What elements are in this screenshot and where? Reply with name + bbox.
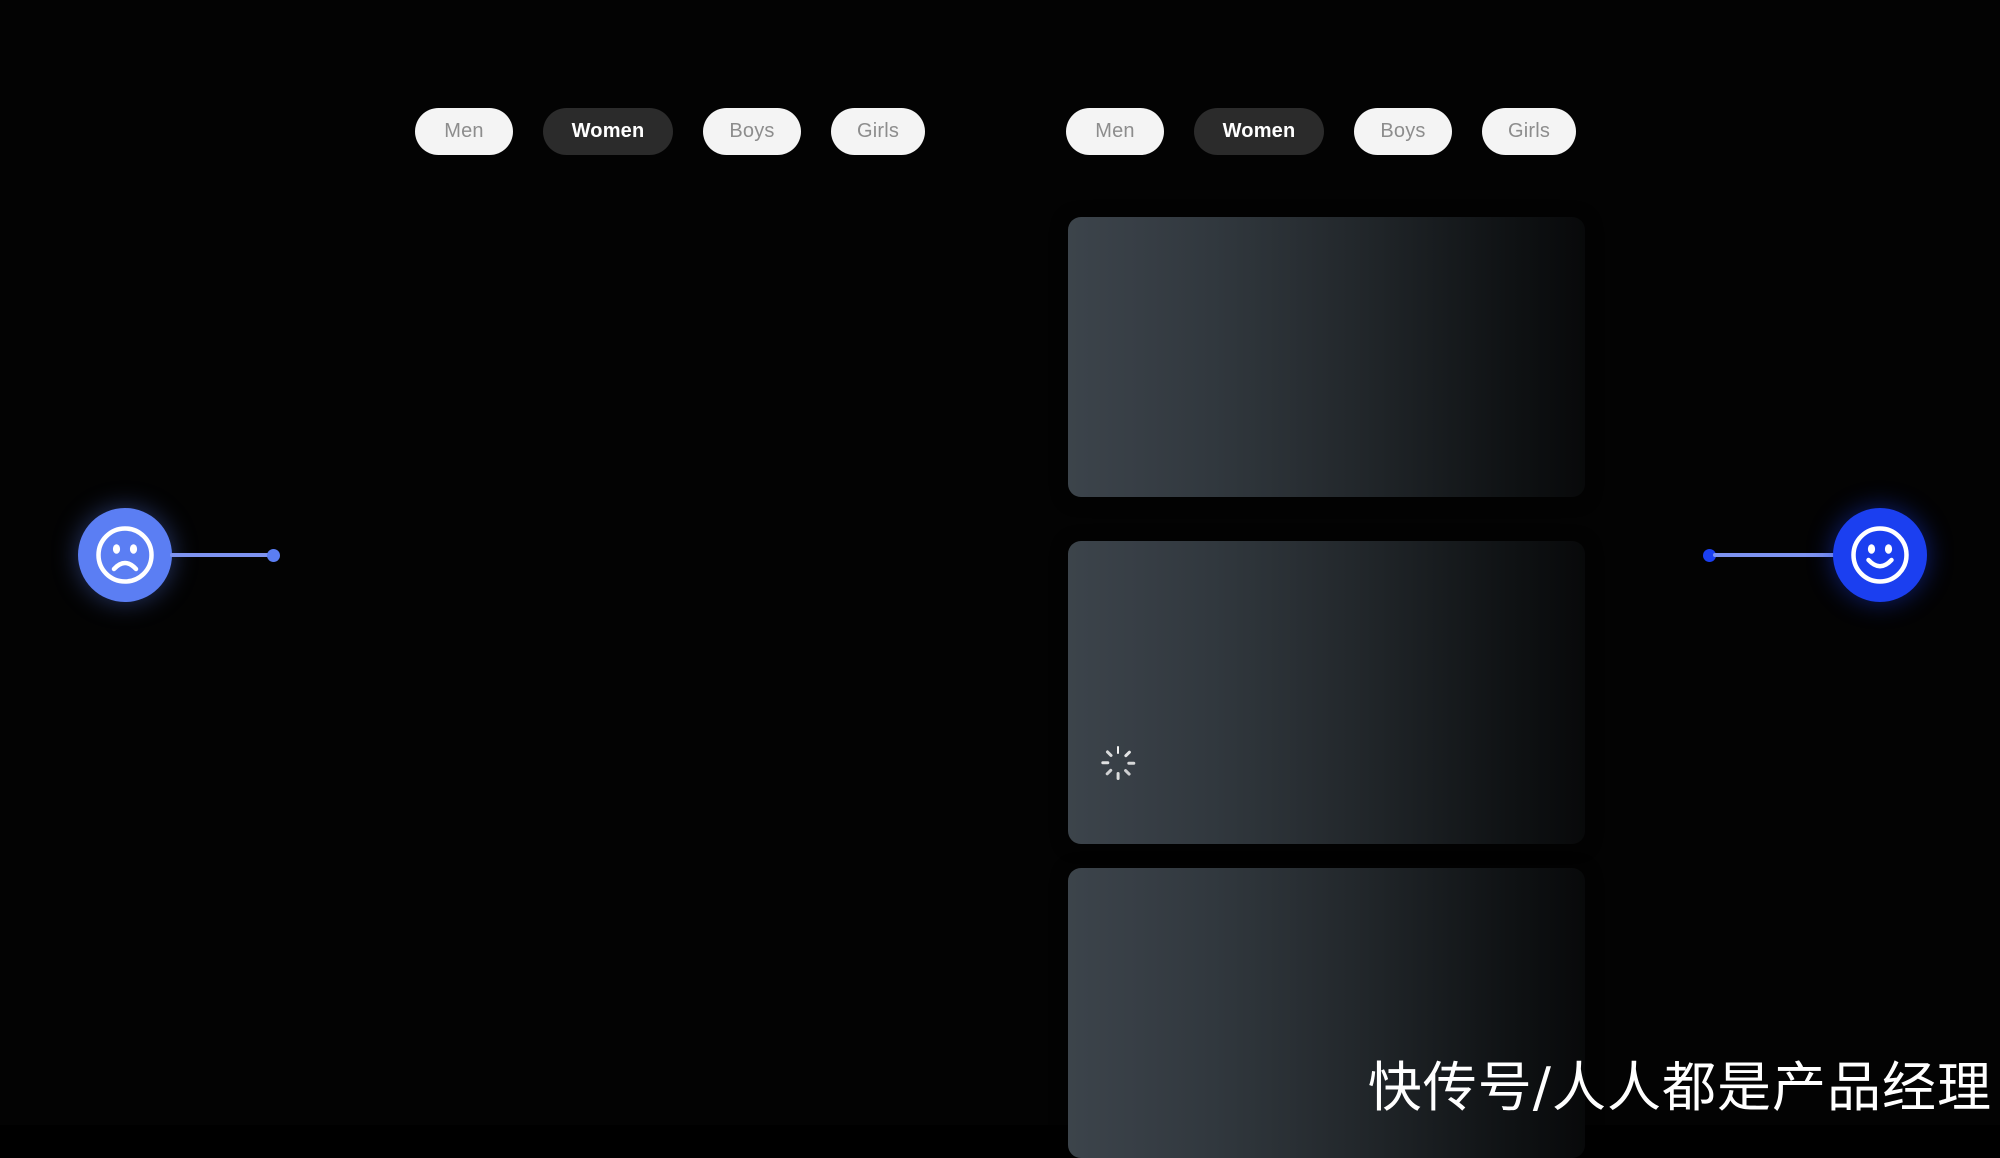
filter-pill-girls-left[interactable]: Girls [831, 108, 925, 155]
product-card-placeholder[interactable] [1068, 541, 1585, 844]
app-canvas: Men Women Boys Girls Men Women Boys Girl… [0, 0, 2000, 1158]
category-filter-left: Men Women Boys Girls [415, 108, 925, 155]
watermark-text: 快传号/人人都是产品经理 [1367, 1055, 1992, 1119]
filter-pill-boys-left[interactable]: Boys [703, 108, 801, 155]
sentiment-track-positive[interactable] [1713, 553, 1835, 557]
filter-pill-women-right[interactable]: Women [1194, 108, 1324, 155]
product-card-placeholder[interactable] [1068, 217, 1585, 497]
happy-face-icon[interactable] [1833, 508, 1927, 602]
loading-spinner-icon [1101, 746, 1135, 780]
sentiment-marker-positive [1703, 508, 1927, 602]
filter-pill-boys-right[interactable]: Boys [1354, 108, 1452, 155]
category-filter-right: Men Women Boys Girls [1066, 108, 1576, 155]
sentiment-track-negative[interactable] [170, 553, 270, 557]
filter-pill-women-left[interactable]: Women [543, 108, 673, 155]
filter-pill-men-left[interactable]: Men [415, 108, 513, 155]
sentiment-marker-negative [78, 508, 280, 602]
filter-pill-men-right[interactable]: Men [1066, 108, 1164, 155]
filter-pill-girls-right[interactable]: Girls [1482, 108, 1576, 155]
sad-face-icon[interactable] [78, 508, 172, 602]
sentiment-track-dot-negative[interactable] [267, 548, 280, 562]
